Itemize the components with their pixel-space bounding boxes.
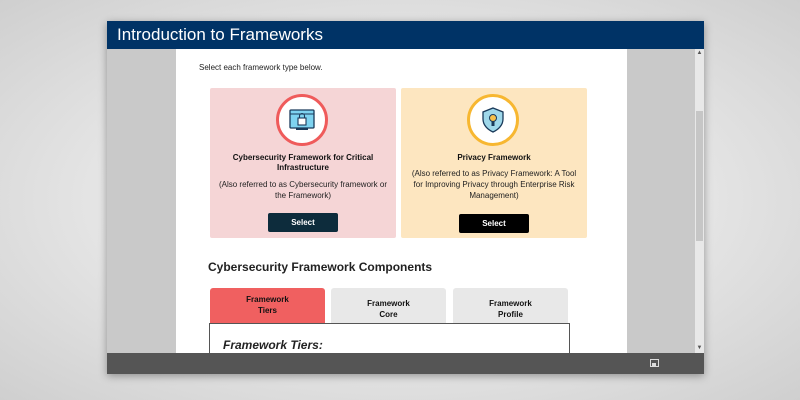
tab-label-line2: Profile — [498, 310, 523, 319]
tab-label-line1: Framework — [246, 295, 289, 304]
card-subtitle: (Also referred to as Cybersecurity frame… — [218, 180, 388, 200]
fullscreen-icon[interactable] — [650, 359, 659, 367]
panel-title: Framework Tiers: — [223, 338, 323, 352]
select-cybersecurity-button[interactable]: Select — [268, 213, 338, 232]
tab-label-line1: Framework — [367, 299, 410, 308]
tab-framework-tiers[interactable]: Framework Tiers — [210, 288, 325, 324]
content-page: Select each framework type below. Cybers… — [176, 49, 627, 353]
tab-framework-profile[interactable]: Framework Profile — [453, 288, 568, 324]
player-footer — [107, 353, 704, 374]
scroll-thumb[interactable] — [696, 111, 703, 241]
computer-lock-icon — [289, 109, 315, 130]
privacy-framework-card: Privacy Framework (Also referred to as P… — [401, 88, 587, 238]
card-subtitle: (Also referred to as Privacy Framework: … — [411, 169, 577, 200]
content-viewport: Select each framework type below. Cybers… — [107, 49, 704, 353]
course-window: Introduction to Frameworks Select each f… — [107, 21, 704, 374]
tab-panel: Framework Tiers: — [209, 323, 570, 353]
tab-label-line2: Core — [379, 310, 398, 319]
instruction-text: Select each framework type below. — [199, 63, 323, 72]
card-title: Cybersecurity Framework for Critical Inf… — [232, 153, 374, 172]
card-title: Privacy Framework — [457, 153, 531, 162]
tab-label-line1: Framework — [489, 299, 532, 308]
privacy-icon-circle — [467, 94, 519, 146]
tab-framework-core[interactable]: Framework Core — [331, 288, 446, 324]
cybersecurity-icon-circle — [276, 94, 328, 146]
window-title: Introduction to Frameworks — [107, 21, 704, 49]
cybersecurity-framework-card: Cybersecurity Framework for Critical Inf… — [210, 88, 396, 238]
vertical-scrollbar[interactable]: ▲ ▼ — [695, 49, 704, 353]
scroll-down-arrow-icon[interactable]: ▼ — [695, 344, 704, 353]
scroll-up-arrow-icon[interactable]: ▲ — [695, 49, 704, 58]
section-heading: Cybersecurity Framework Components — [208, 260, 433, 274]
tab-label-line2: Tiers — [258, 306, 277, 315]
shield-icon — [482, 107, 504, 133]
select-privacy-button[interactable]: Select — [459, 214, 529, 233]
